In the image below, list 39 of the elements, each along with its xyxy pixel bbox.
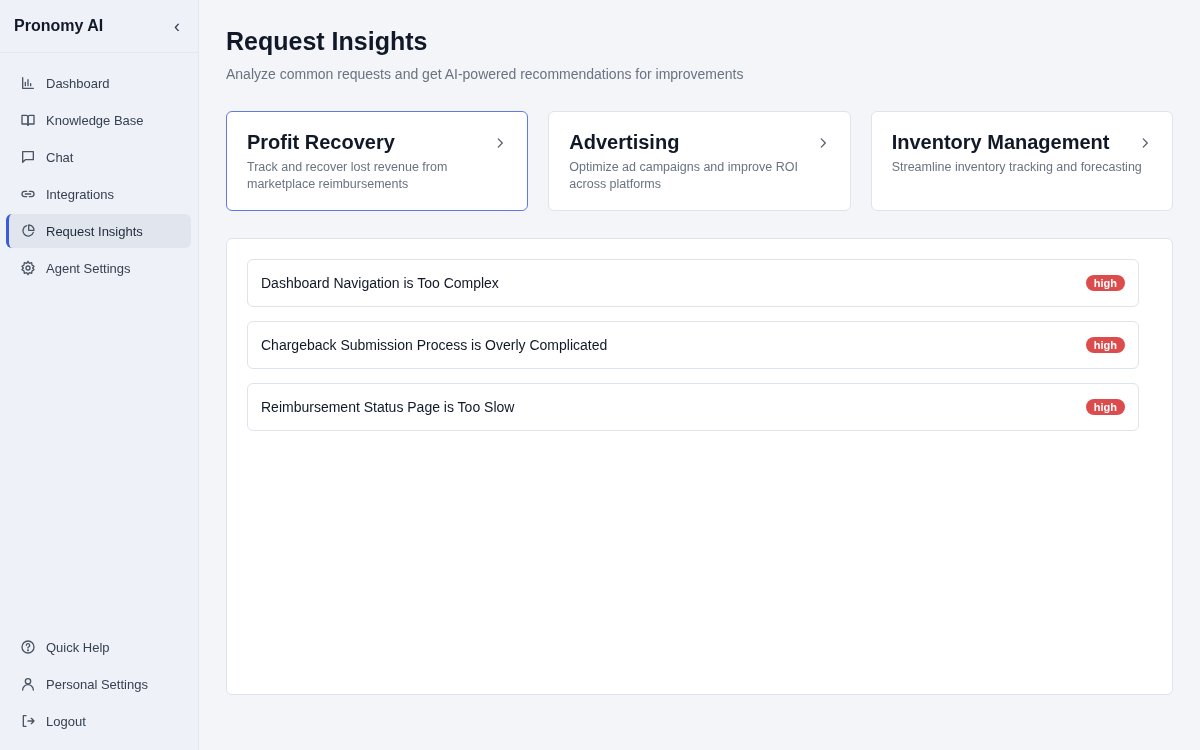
sidebar-item[interactable]: Dashboard bbox=[6, 66, 191, 100]
sidebar-item[interactable]: Logout bbox=[6, 704, 191, 738]
priority-badge: high bbox=[1085, 337, 1125, 353]
sidebar-item[interactable]: Knowledge Base bbox=[6, 103, 191, 137]
logout-icon bbox=[20, 713, 36, 729]
insight-title: Dashboard Navigation is Too Complex bbox=[261, 275, 499, 291]
card-title: Advertising bbox=[569, 131, 680, 154]
sidebar-item[interactable]: Integrations bbox=[6, 177, 191, 211]
category-card[interactable]: Inventory Management Streamline inventory tracking and forecasting bbox=[870, 111, 1173, 211]
insight-row[interactable]: Chargeback Submission Process is Overly Complicated high bbox=[247, 321, 1139, 369]
priority-badge: high bbox=[1085, 275, 1125, 291]
page-title: Request Insights bbox=[226, 27, 429, 56]
chat-bubble-icon bbox=[20, 149, 36, 165]
insight-row[interactable]: Reimbursement Status Page is Too Slow high bbox=[247, 383, 1139, 431]
collapse-sidebar-button[interactable]: ‹ bbox=[170, 15, 184, 37]
page-subtitle: Analyze common requests and get AI-powered recommendations for improvements bbox=[226, 66, 745, 82]
book-icon bbox=[20, 112, 36, 128]
sidebar-item[interactable]: Quick Help bbox=[6, 630, 191, 664]
sidebar-item[interactable]: Request Insights bbox=[6, 214, 191, 248]
category-card[interactable]: Advertising Optimize ad campaigns and improve ROI across platforms bbox=[548, 111, 851, 211]
sidebar-item[interactable]: Agent Settings bbox=[6, 251, 191, 285]
sidebar-item[interactable]: Chat bbox=[6, 140, 191, 174]
settings-icon bbox=[20, 260, 36, 276]
brand-name: Pronomy AI bbox=[14, 17, 104, 35]
card-description: Streamline inventory tracking and forecasting bbox=[891, 159, 1143, 176]
help-icon bbox=[20, 639, 36, 655]
card-description: Track and recover lost revenue from marketplace reimbursements bbox=[247, 159, 449, 193]
pie-chart-icon bbox=[20, 223, 36, 239]
insight-title: Reimbursement Status Page is Too Slow bbox=[261, 399, 515, 415]
user-icon bbox=[20, 676, 36, 692]
bar-chart-icon bbox=[20, 75, 36, 91]
sidebar-item[interactable]: Personal Settings bbox=[6, 667, 191, 701]
insight-title: Chargeback Submission Process is Overly Complicated bbox=[261, 337, 608, 353]
category-card[interactable]: Profit Recovery Track and recover lost revenue from marketplace reimbursements bbox=[226, 111, 529, 211]
priority-badge: high bbox=[1085, 399, 1125, 415]
card-title: Inventory Management bbox=[891, 131, 1110, 154]
card-title: Profit Recovery bbox=[247, 131, 395, 154]
insight-row[interactable]: Dashboard Navigation is Too Complex high bbox=[247, 259, 1139, 307]
card-description: Optimize ad campaigns and improve ROI across platforms bbox=[569, 159, 799, 193]
